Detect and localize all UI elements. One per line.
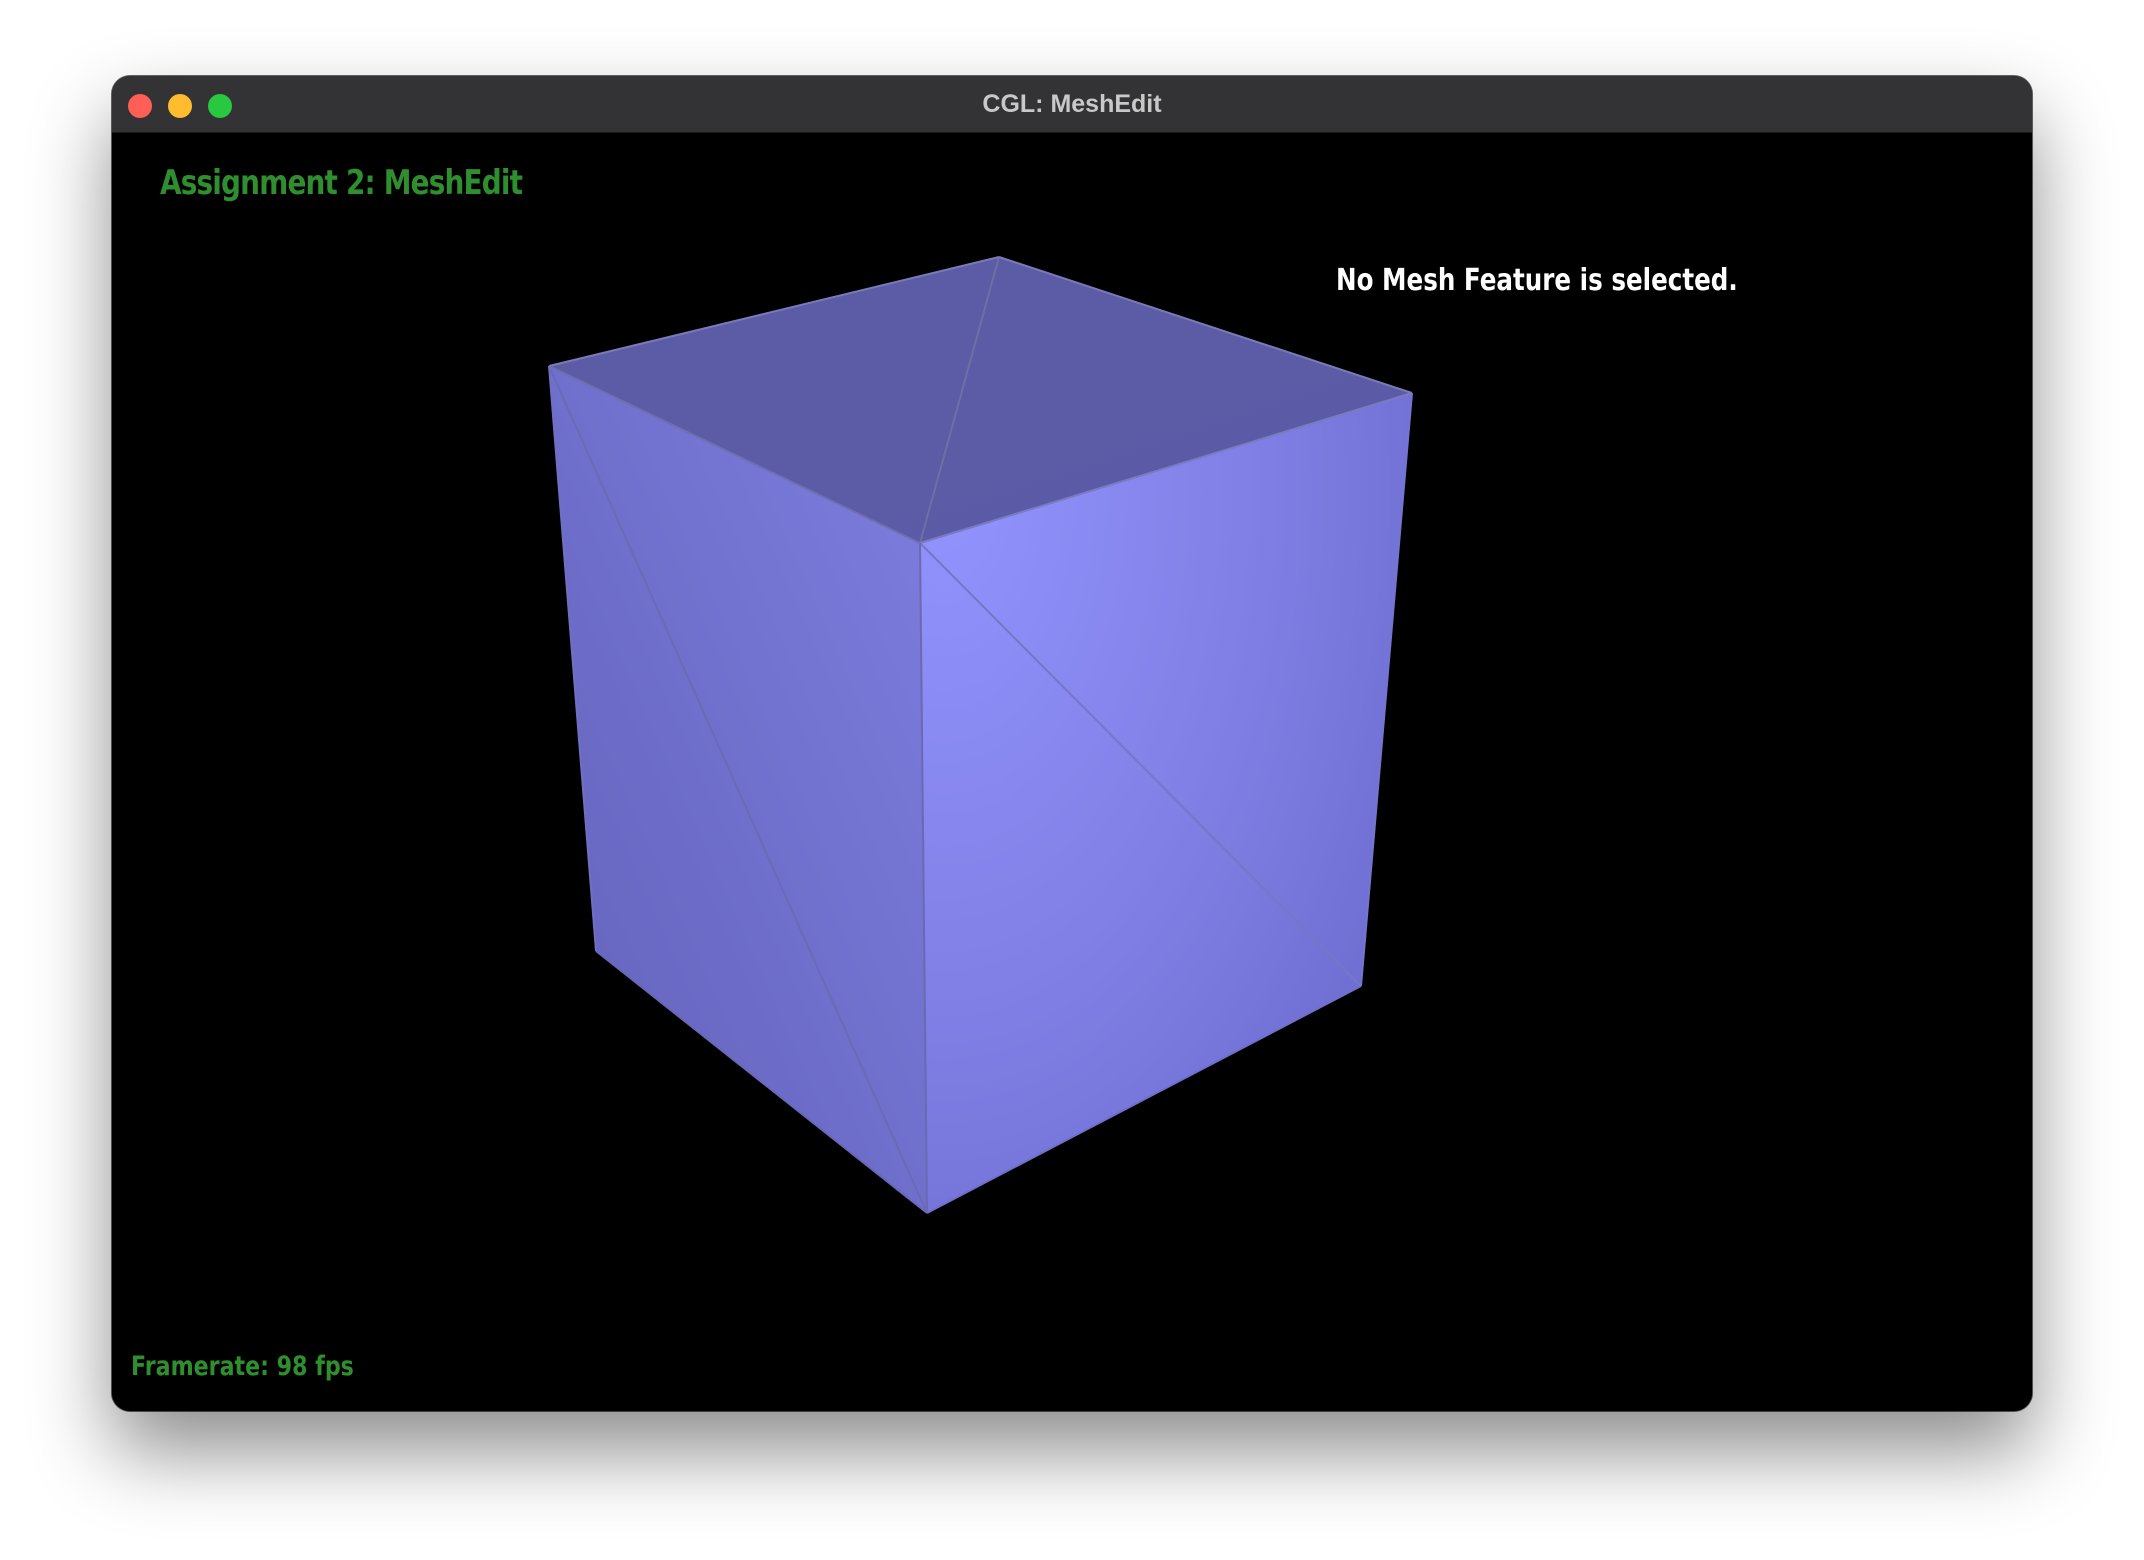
selection-status-text: No Mesh Feature is selected.: [1336, 263, 1738, 298]
title-bar[interactable]: CGL: MeshEdit: [112, 76, 2032, 133]
framerate-readout: Framerate: 98 fps: [131, 1351, 354, 1382]
window-title: CGL: MeshEdit: [982, 90, 1162, 118]
render-viewport[interactable]: Assignment 2: MeshEdit No Mesh Feature i…: [112, 133, 2032, 1411]
mesh-canvas[interactable]: [112, 133, 2032, 1411]
app-window: CGL: MeshEdit Assignment 2: MeshEdit No …: [112, 76, 2032, 1411]
app-heading: Assignment 2: MeshEdit: [160, 163, 523, 203]
